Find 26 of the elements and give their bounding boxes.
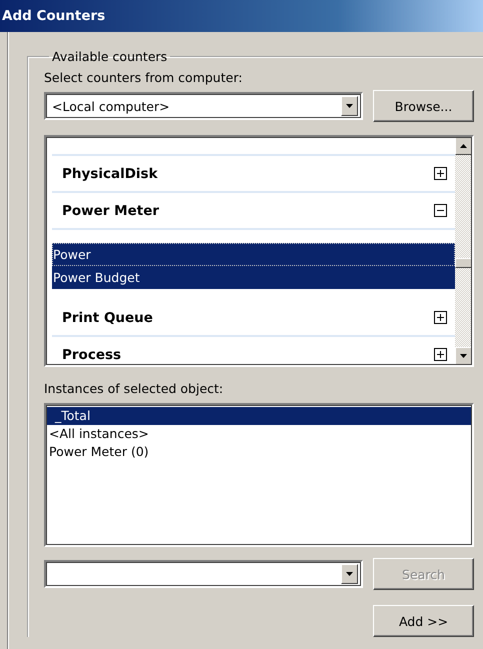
expand-icon[interactable] (434, 167, 447, 180)
instance-item[interactable]: Power Meter (0) (47, 443, 471, 461)
instance-item[interactable]: _Total (47, 407, 471, 425)
scroll-down-icon[interactable] (455, 347, 472, 365)
add-button[interactable]: Add >> (373, 605, 474, 637)
counter-object[interactable]: PhysicalDisk (62, 166, 158, 182)
computer-dropdown[interactable]: <Local computer> (44, 92, 363, 120)
counter-item[interactable]: Power (52, 243, 455, 266)
expand-icon[interactable] (434, 348, 447, 361)
group-title: Available counters (51, 49, 168, 64)
counter-object[interactable]: Print Queue (62, 310, 153, 326)
collapse-icon[interactable] (434, 204, 447, 217)
counter-item[interactable]: Power Budget (52, 266, 455, 289)
field-label: Select counters from computer: (44, 70, 244, 87)
browse-button[interactable]: Browse... (373, 90, 474, 122)
expand-icon[interactable] (434, 311, 447, 324)
search-dropdown[interactable] (44, 560, 363, 588)
counter-object[interactable]: Power Meter (62, 202, 160, 218)
scroll-thumb[interactable] (455, 258, 472, 268)
scrollbar[interactable] (455, 137, 472, 365)
dropdown-value: <Local computer> (51, 98, 170, 114)
instance-item[interactable]: <All instances> (47, 425, 471, 443)
counter-object[interactable]: Process (62, 346, 122, 362)
scroll-up-icon[interactable] (455, 137, 472, 155)
window-title: Add Counters (2, 8, 106, 24)
field-label: Instances of selected object: (44, 381, 224, 398)
